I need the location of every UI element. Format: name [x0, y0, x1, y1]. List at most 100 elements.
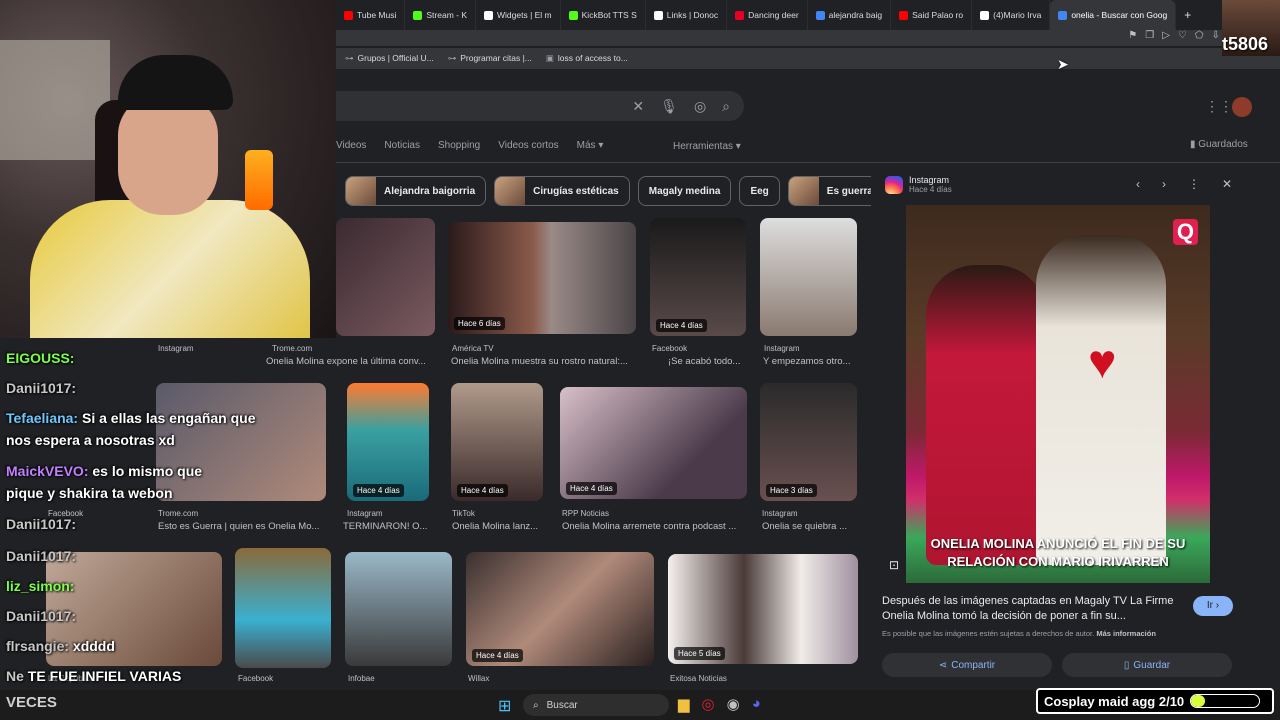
result-title[interactable]: ¡Se acabó todo... [668, 356, 748, 367]
close-icon[interactable]: ✕ [1222, 177, 1232, 191]
related-search-chip[interactable]: Eeg [739, 176, 780, 206]
related-search-chip[interactable]: Magaly medina [637, 176, 732, 206]
lantern-prop [245, 150, 273, 210]
browser-tab[interactable]: Widgets | El m [476, 0, 561, 30]
chat-username: Danii1017: [6, 516, 77, 532]
avatar[interactable] [1232, 97, 1252, 117]
chat-username: MaickVEVO: [6, 463, 89, 479]
image-result[interactable]: Hace 3 días [760, 383, 857, 501]
lens-search-icon[interactable]: ⊡ [889, 558, 899, 572]
preview-image[interactable]: ♥ Q ONELIA MOLINA ANUNCIÓ EL FIN DE SU R… [906, 205, 1210, 583]
folder-icon[interactable]: ▆ [678, 695, 690, 713]
browser-tab[interactable]: Links | Donoc [646, 0, 728, 30]
copy-icon[interactable]: ❐ [1145, 30, 1154, 41]
goal-label: Cosplay maid agg 2/10 [1044, 693, 1185, 709]
discord-icon[interactable]: ◕ [752, 695, 761, 713]
visit-button[interactable]: Ir › [1193, 596, 1233, 616]
heart-icon[interactable]: ♡ [1178, 30, 1187, 41]
opera-icon[interactable]: ◎ [702, 695, 715, 713]
related-search-chip[interactable]: Alejandra baigorria [345, 176, 487, 206]
chat-text: pique y shakira ta webon [6, 485, 173, 501]
chat-username: Ne [6, 668, 24, 684]
saved-button[interactable]: ▮ Guardados [1190, 139, 1248, 150]
image-result[interactable]: Hace 4 días [560, 387, 747, 499]
stream-goal-widget: Cosplay maid agg 2/10 [1036, 688, 1274, 714]
search-input[interactable]: ✕ 🎙 ◎ ⌕ [300, 91, 744, 121]
search-icon[interactable]: ⌕ [722, 98, 730, 115]
tab-shopping[interactable]: Shopping [438, 140, 480, 151]
clear-icon[interactable]: ✕ [632, 98, 644, 115]
browser-tab[interactable]: (4)Mario Irva [972, 0, 1051, 30]
related-search-chip[interactable]: Cirugías estéticas [494, 176, 630, 206]
secondary-cam-label: t5806 [1222, 34, 1269, 54]
tab-videos[interactable]: Videos [336, 140, 366, 151]
result-source: Willax [468, 674, 490, 683]
chip-label: Es guerra [826, 185, 873, 197]
image-result[interactable]: Hace 4 días [650, 218, 746, 336]
browser-tab[interactable]: Dancing deer [727, 0, 808, 30]
bookmark-icon[interactable]: ⚑ [1128, 30, 1137, 41]
result-title[interactable]: Onelia Molina arremete contra podcast ..… [562, 521, 747, 532]
tab-news[interactable]: Noticias [384, 140, 420, 151]
new-tab-button[interactable]: + [1176, 0, 1199, 30]
time-badge: Hace 5 días [674, 647, 725, 660]
mic-icon[interactable]: 🎙 [660, 98, 678, 115]
result-title[interactable]: Y empezamos otro... [763, 356, 858, 367]
tab-short-videos[interactable]: Videos cortos [498, 140, 558, 151]
tab-label: Tube Musi [357, 10, 397, 20]
tab-more[interactable]: Más ▾ [577, 140, 604, 151]
result-title[interactable]: TERMINARON! O... [343, 521, 433, 532]
preview-description[interactable]: Después de las imágenes captadas en Maga… [882, 594, 1182, 624]
taskbar-search[interactable]: ⌕ Buscar [523, 694, 669, 716]
image-result[interactable]: Hace 4 días [451, 383, 543, 501]
image-result[interactable] [760, 218, 857, 336]
more-icon[interactable]: ⋮ [1188, 177, 1200, 191]
tools-button[interactable]: Herramientas ▾ [673, 141, 741, 152]
image-result[interactable]: Hace 4 días [347, 383, 429, 501]
streamer-hat [118, 55, 233, 110]
bookmark-item[interactable]: ⊶ Grupos | Official U... [345, 53, 434, 64]
bookmark-item[interactable]: ⊶ Programar citas |... [448, 53, 532, 64]
obs-icon[interactable]: ◉ [727, 695, 740, 713]
image-result[interactable] [345, 552, 452, 666]
image-result[interactable]: Hace 5 días [668, 554, 858, 664]
browser-tab[interactable]: Said Palao ro [891, 0, 973, 30]
image-result[interactable] [336, 218, 435, 336]
preview-source[interactable]: Instagram [909, 175, 952, 185]
chat-message: Danii1017: [6, 548, 76, 564]
image-result[interactable]: Hace 6 días [448, 222, 636, 334]
result-title[interactable]: Onelia Molina muestra su rostro natural:… [451, 356, 633, 367]
tab-favicon-icon [899, 10, 909, 20]
time-badge: Hace 4 días [472, 649, 523, 662]
chat-text: nos espera a nosotras xd [6, 432, 175, 448]
share-button[interactable]: ⋖ Compartir [882, 653, 1052, 677]
person-figure [926, 265, 1046, 565]
tab-favicon-icon [735, 10, 745, 20]
bookmark-label: loss of access to... [557, 53, 628, 63]
bookmark-item[interactable]: ▣ loss of access to... [546, 53, 628, 64]
save-button[interactable]: ▯ Guardar [1062, 653, 1232, 677]
browser-tab[interactable]: alejandra baig [808, 0, 892, 30]
more-info-link[interactable]: Más información [1096, 629, 1156, 638]
chat-text: TE FUE INFIEL VARIAS [27, 668, 182, 684]
image-result[interactable]: Hace 4 días [466, 552, 654, 666]
save-label: Guardar [1133, 659, 1171, 671]
browser-tab[interactable]: Stream - K [405, 0, 476, 30]
lens-icon[interactable]: ◎ [694, 98, 706, 115]
related-search-chip[interactable]: Es guerra [787, 176, 884, 206]
windows-start-icon[interactable]: ⊞ [498, 696, 511, 716]
image-preview-panel: Instagram Hace 4 días ‹ › ⋮ ✕ ♥ Q ONELIA… [871, 163, 1256, 690]
result-source: Instagram [347, 509, 383, 518]
result-source: Infobae [348, 674, 375, 683]
browser-tab[interactable]: onelia - Buscar con Goog [1050, 0, 1177, 30]
result-title[interactable]: Onelia se quiebra ... [762, 521, 857, 532]
chevron-left-icon[interactable]: ‹ [1136, 177, 1140, 191]
chevron-right-icon[interactable]: › [1162, 177, 1166, 191]
extensions-icon[interactable]: ⬠ [1195, 30, 1204, 41]
browser-tab[interactable]: KickBot TTS S [561, 0, 646, 30]
result-title[interactable]: Onelia Molina lanz... [452, 521, 544, 532]
toolbar-icons: ⚑ ❐ ▷ ♡ ⬠ ⇩ [1128, 30, 1220, 41]
browser-tab[interactable]: Tube Musi [336, 0, 406, 30]
play-icon[interactable]: ▷ [1162, 30, 1170, 41]
download-icon[interactable]: ⇩ [1212, 30, 1220, 41]
